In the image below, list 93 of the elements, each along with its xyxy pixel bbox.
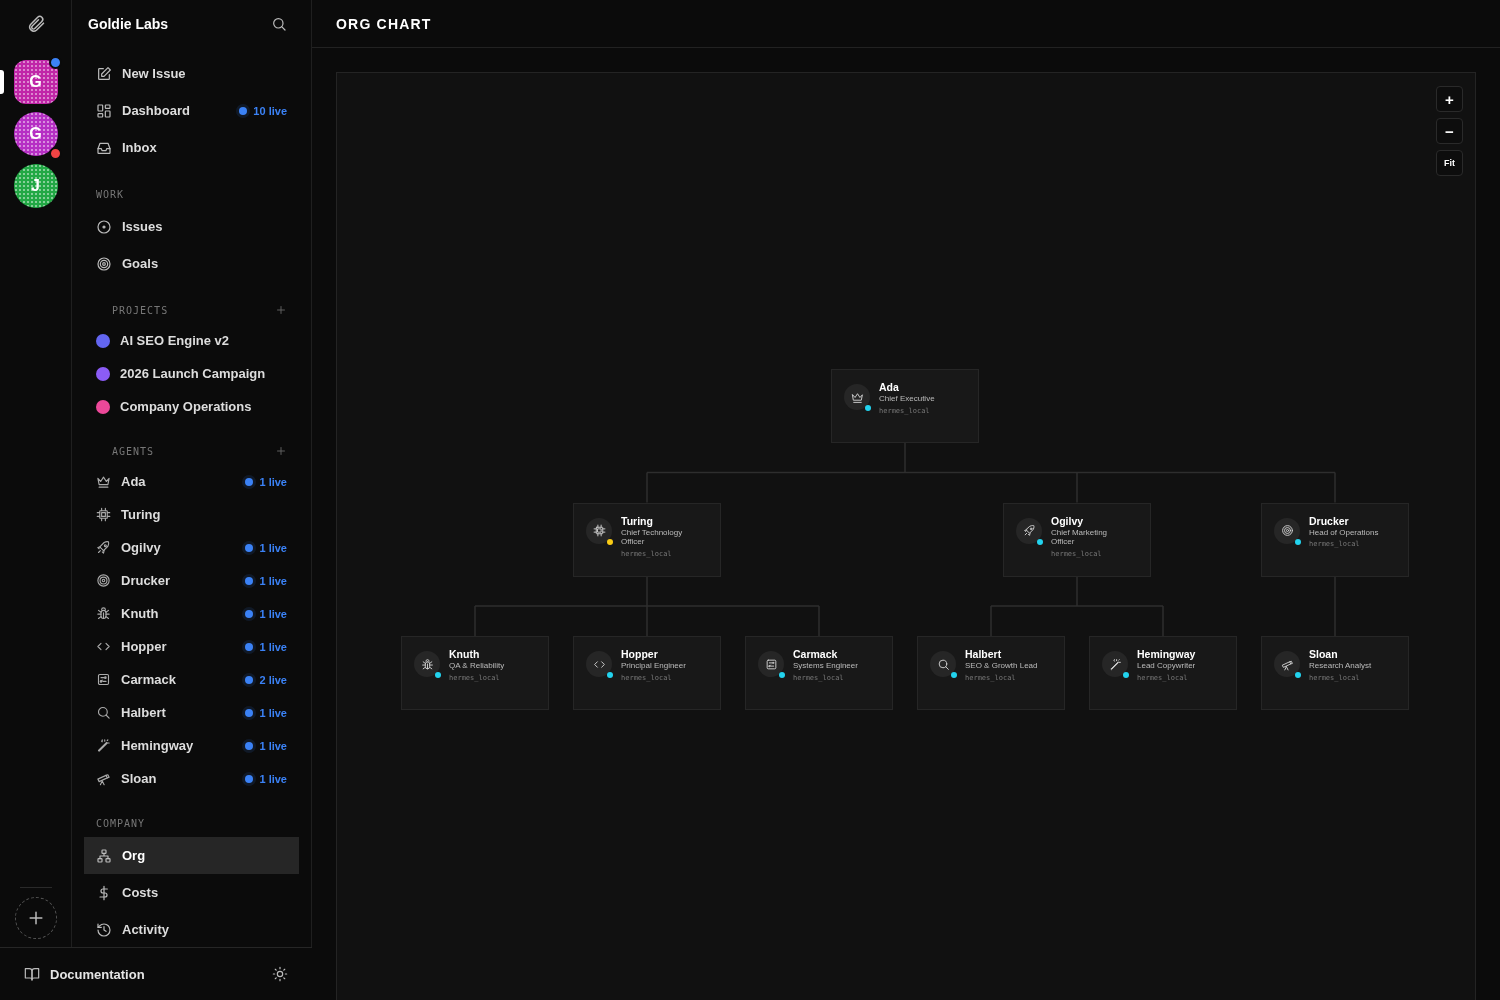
- plus-icon: [275, 304, 287, 316]
- nav-item[interactable]: Turing: [84, 498, 299, 531]
- agent-name: Knuth: [449, 647, 481, 661]
- rocket-icon: [1022, 524, 1036, 537]
- live-badge: 2 live: [245, 673, 287, 686]
- crown-icon: [850, 390, 864, 404]
- nav-item[interactable]: Halbert 1 live: [84, 696, 299, 729]
- nav-item[interactable]: Issues: [84, 208, 299, 245]
- plus-icon: [275, 445, 287, 457]
- nav-item[interactable]: Costs: [84, 874, 299, 911]
- workspace-avatar[interactable]: G: [13, 112, 58, 156]
- live-badge: 1 live: [245, 772, 287, 785]
- agent-role: Research Analyst: [1309, 661, 1372, 671]
- search-icon: [936, 657, 950, 671]
- chip-icon: [592, 524, 606, 537]
- nav-item[interactable]: New Issue: [84, 55, 299, 92]
- section-title: PROJECTS: [112, 304, 169, 316]
- sun-icon: [272, 966, 288, 982]
- zoom-in-button[interactable]: +: [1436, 86, 1463, 112]
- bug-icon: [420, 657, 434, 671]
- nav-item[interactable]: Sloan 1 live: [84, 762, 299, 795]
- section-title: WORK: [96, 188, 125, 200]
- live-badge: 1 live: [245, 640, 287, 653]
- agent-role: Chief Technology Officer: [621, 527, 684, 547]
- nav-item[interactable]: Goals: [84, 245, 299, 282]
- agent-role: Chief Executive: [879, 394, 935, 404]
- agent-role: Systems Engineer: [793, 661, 858, 671]
- live-badge: 1 live: [245, 541, 287, 554]
- theme-toggle[interactable]: [272, 966, 288, 982]
- agent-name: Turing: [621, 513, 654, 528]
- search-icon: [96, 705, 111, 720]
- circle-dot-icon: [96, 218, 112, 235]
- zoom-out-button[interactable]: −: [1436, 118, 1463, 144]
- nav-item[interactable]: Activity: [84, 911, 299, 947]
- nav-item[interactable]: Hopper 1 live: [84, 630, 299, 663]
- nav-item[interactable]: Org: [84, 837, 299, 874]
- agent-name: Sloan: [1309, 647, 1339, 661]
- page-title: ORG CHART: [336, 15, 432, 32]
- agent-name: Hopper: [621, 647, 659, 661]
- book-icon: [24, 966, 40, 982]
- history-icon: [96, 921, 112, 938]
- nav-item[interactable]: Ogilvy 1 live: [84, 531, 299, 564]
- agent-name: Halbert: [965, 647, 1003, 661]
- crown-icon: [96, 474, 111, 489]
- agent-name: Ada: [879, 380, 900, 394]
- nav-item[interactable]: Knuth 1 live: [84, 597, 299, 630]
- org-chart-icon: [96, 847, 112, 864]
- agent-name: Drucker: [1309, 513, 1350, 528]
- workspace-avatar[interactable]: G: [13, 60, 58, 104]
- nav-item[interactable]: Hemingway 1 live: [84, 729, 299, 762]
- nav-item[interactable]: Inbox: [84, 129, 299, 166]
- live-badge: 1 live: [245, 739, 287, 752]
- target-icon: [96, 573, 111, 588]
- nav-item[interactable]: Company Operations: [84, 390, 299, 423]
- rocket-icon: [96, 540, 111, 555]
- agent-name: Carmack: [793, 647, 839, 661]
- agent-name: Hemingway: [1137, 647, 1196, 661]
- workspace-name: Goldie Labs: [88, 16, 169, 32]
- section-title: AGENTS: [112, 445, 155, 457]
- telescope-icon: [96, 771, 111, 786]
- documentation-link[interactable]: Documentation: [24, 966, 145, 982]
- nav-item[interactable]: Ada 1 live: [84, 465, 299, 498]
- live-badge: 1 live: [245, 574, 287, 587]
- agent-role: SEO & Growth Lead: [965, 661, 1038, 671]
- target-icon: [96, 255, 112, 272]
- agent-role: Head of Operations: [1309, 527, 1379, 537]
- edit-icon: [96, 65, 112, 82]
- agent-role: QA & Reliability: [449, 661, 505, 671]
- nav-item[interactable]: 2026 Launch Campaign: [84, 357, 299, 390]
- circuit-board-icon: [764, 657, 778, 671]
- target-icon: [1280, 524, 1294, 537]
- bug-icon: [96, 606, 111, 621]
- live-badge: 1 live: [245, 706, 287, 719]
- dashboard-icon: [96, 102, 112, 119]
- search-icon: [271, 16, 287, 32]
- agent-name: Ogilvy: [1051, 513, 1085, 528]
- search-button[interactable]: [271, 16, 287, 32]
- nav-item[interactable]: Dashboard 10 live: [84, 92, 299, 129]
- chip-icon: [96, 507, 111, 522]
- agent-role: Chief Marketing Officer: [1051, 527, 1109, 547]
- live-badge: 1 live: [245, 607, 287, 620]
- nav-item[interactable]: Drucker 1 live: [84, 564, 299, 597]
- wand-icon: [96, 738, 111, 753]
- agent-role: Principal Engineer: [621, 661, 686, 671]
- section-title: COMPANY: [96, 817, 146, 829]
- live-badge: 10 live: [239, 104, 287, 117]
- nav-item[interactable]: AI SEO Engine v2: [84, 324, 299, 357]
- nav-item[interactable]: Carmack 2 live: [84, 663, 299, 696]
- wand-icon: [1108, 657, 1122, 671]
- circuit-board-icon: [96, 672, 111, 687]
- live-badge: 1 live: [245, 475, 287, 488]
- fit-button[interactable]: Fit: [1436, 150, 1463, 176]
- agent-role: Lead Copywriter: [1137, 661, 1196, 671]
